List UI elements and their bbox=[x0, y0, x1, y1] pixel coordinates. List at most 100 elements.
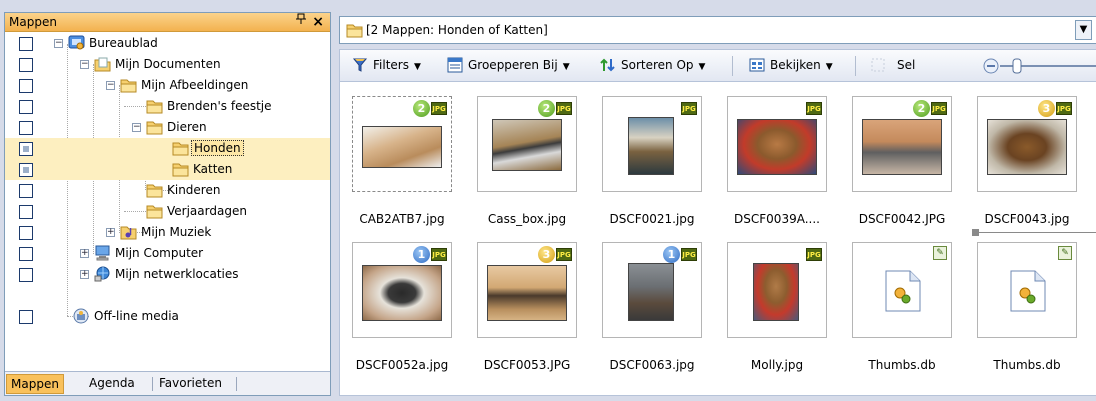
file-name: DSCF0039A.... bbox=[734, 212, 820, 226]
select-button[interactable]: Sel bbox=[897, 58, 915, 72]
tree-item-dieren[interactable]: − Dieren bbox=[5, 117, 330, 138]
file-tile[interactable]: 2 JPG CAB2ATB7.jpg bbox=[352, 96, 452, 226]
file-name: Molly.jpg bbox=[750, 358, 804, 372]
tree-checkbox[interactable] bbox=[19, 268, 33, 282]
file-tile[interactable]: JPG DSCF0039A.... bbox=[727, 96, 827, 226]
tree-item-katten[interactable]: Katten bbox=[5, 159, 330, 180]
tab-mappen[interactable]: Mappen bbox=[6, 374, 64, 394]
tree-item-off-line-media[interactable]: Off-line media bbox=[5, 306, 330, 327]
network-icon bbox=[94, 266, 111, 282]
database-file-icon bbox=[884, 269, 922, 313]
folder-icon bbox=[146, 119, 163, 135]
zoom-slider-thumb[interactable] bbox=[1012, 58, 1022, 77]
offline-media-icon bbox=[73, 308, 90, 324]
group-by-button[interactable]: Groepperen Bij ▼ bbox=[468, 58, 570, 72]
thumbnail: 1 JPG bbox=[352, 242, 452, 338]
cat-photo bbox=[362, 265, 442, 321]
db-icon: ✎ bbox=[1058, 246, 1072, 260]
computer-icon bbox=[94, 245, 111, 261]
file-tile[interactable]: 3 JPG DSCF0043.jpg bbox=[977, 96, 1077, 226]
tree-item-mijn-muziek[interactable]: + Mijn Muziek bbox=[5, 222, 330, 243]
jpg-icon: JPG bbox=[931, 102, 947, 115]
expand-icon[interactable]: + bbox=[106, 228, 115, 237]
tree-item-mijn-documenten[interactable]: − Mijn Documenten bbox=[5, 54, 330, 75]
zoom-out-icon[interactable] bbox=[982, 57, 1000, 78]
expand-icon[interactable]: + bbox=[80, 270, 89, 279]
tree-checkbox[interactable] bbox=[19, 226, 33, 240]
view-button[interactable]: Bekijken ▼ bbox=[770, 58, 833, 72]
tree-checkbox-partial[interactable] bbox=[19, 142, 33, 156]
tree-item-brendens-feestje[interactable]: Brenden's feestje bbox=[5, 96, 330, 117]
select-icon bbox=[870, 57, 886, 73]
dog-photo bbox=[737, 119, 817, 175]
file-tile[interactable]: 2 JPG Cass_box.jpg bbox=[477, 96, 577, 226]
tree-item-label: Mijn netwerklocaties bbox=[115, 267, 239, 281]
tree-checkbox[interactable] bbox=[19, 100, 33, 114]
file-tile[interactable]: 1 JPG DSCF0063.jpg bbox=[602, 242, 702, 372]
tree-checkbox[interactable] bbox=[19, 37, 33, 51]
tree-checkbox[interactable] bbox=[19, 247, 33, 261]
folders-pane-title: Mappen bbox=[9, 15, 57, 29]
jpg-icon: JPG bbox=[431, 248, 447, 261]
tree-item-label: Verjaardagen bbox=[167, 204, 247, 218]
dog-photo bbox=[628, 117, 674, 175]
tree-checkbox[interactable] bbox=[19, 79, 33, 93]
filters-button[interactable]: Filters ▼ bbox=[373, 58, 421, 72]
folder-icon bbox=[172, 140, 189, 156]
file-tile[interactable]: ✎ Thumbs.db bbox=[852, 242, 952, 372]
tree-item-label: Kinderen bbox=[167, 183, 221, 197]
folder-tree: − Bureaublad − Mijn Documenten − Mijn Af… bbox=[5, 33, 330, 371]
expand-icon[interactable]: + bbox=[80, 249, 89, 258]
sort-by-button[interactable]: Sorteren Op ▼ bbox=[621, 58, 705, 72]
close-icon[interactable]: × bbox=[312, 13, 324, 31]
tree-item-mijn-netwerklocaties[interactable]: + Mijn netwerklocaties bbox=[5, 264, 330, 285]
cat-photo bbox=[492, 119, 562, 171]
tree-item-label: Mijn Muziek bbox=[141, 225, 212, 239]
tree-checkbox[interactable] bbox=[19, 58, 33, 72]
pin-icon[interactable] bbox=[296, 13, 306, 31]
badge-number: 1 bbox=[413, 246, 430, 263]
collapse-icon[interactable]: − bbox=[54, 39, 63, 48]
file-tile[interactable]: 3 JPG DSCF0053.JPG bbox=[477, 242, 577, 372]
tree-checkbox[interactable] bbox=[19, 310, 33, 324]
collapse-icon[interactable]: − bbox=[106, 81, 115, 90]
jpg-icon: JPG bbox=[806, 102, 822, 115]
thumbnail: JPG bbox=[727, 242, 827, 338]
tree-checkbox-partial[interactable] bbox=[19, 163, 33, 177]
address-bar[interactable]: [2 Mappen: Honden of Katten] ▼ bbox=[339, 16, 1096, 44]
tree-item-verjaardagen[interactable]: Verjaardagen bbox=[5, 201, 330, 222]
tree-item-mijn-afbeeldingen[interactable]: − Mijn Afbeeldingen bbox=[5, 75, 330, 96]
tree-item-kinderen[interactable]: Kinderen bbox=[5, 180, 330, 201]
dog-photo bbox=[362, 126, 442, 168]
tab-favorieten[interactable]: Favorieten bbox=[155, 374, 226, 394]
tree-item-bureaublad[interactable]: − Bureaublad bbox=[5, 33, 330, 54]
file-tile[interactable]: ✎ Thumbs.db bbox=[977, 242, 1077, 372]
file-tile[interactable]: JPG DSCF0021.jpg bbox=[602, 96, 702, 226]
tree-item-honden[interactable]: Honden bbox=[5, 138, 330, 159]
file-tile[interactable]: JPG Molly.jpg bbox=[727, 242, 827, 372]
tree-checkbox[interactable] bbox=[19, 121, 33, 135]
folders-pane: Mappen × − Bureaublad − Mijn Documenten … bbox=[4, 12, 331, 396]
collapse-icon[interactable]: − bbox=[132, 123, 141, 132]
file-tile[interactable]: 2 JPG DSCF0042.JPG bbox=[852, 96, 952, 226]
resize-guide bbox=[976, 232, 1096, 233]
filters-label: Filters bbox=[373, 58, 409, 72]
jpg-icon: JPG bbox=[1056, 102, 1072, 115]
jpg-icon: JPG bbox=[556, 102, 572, 115]
file-tile[interactable]: 1 JPG DSCF0052a.jpg bbox=[352, 242, 452, 372]
file-name: DSCF0043.jpg bbox=[984, 212, 1070, 226]
tree-item-mijn-computer[interactable]: + Mijn Computer bbox=[5, 243, 330, 264]
thumbnail: JPG bbox=[727, 96, 827, 192]
resize-handle[interactable] bbox=[972, 229, 979, 236]
collapse-icon[interactable]: − bbox=[80, 60, 89, 69]
cat-photo bbox=[487, 265, 567, 321]
tree-item-label: Honden bbox=[191, 140, 244, 156]
tab-agenda[interactable]: Agenda bbox=[85, 374, 139, 394]
thumbnail: 2 JPG bbox=[852, 96, 952, 192]
tree-checkbox[interactable] bbox=[19, 184, 33, 198]
thumbnail: 2 JPG bbox=[477, 96, 577, 192]
badge-number: 3 bbox=[538, 246, 555, 263]
tree-checkbox[interactable] bbox=[19, 205, 33, 219]
chevron-down-icon[interactable]: ▼ bbox=[1075, 20, 1092, 40]
folders-pane-header: Mappen × bbox=[5, 13, 330, 32]
